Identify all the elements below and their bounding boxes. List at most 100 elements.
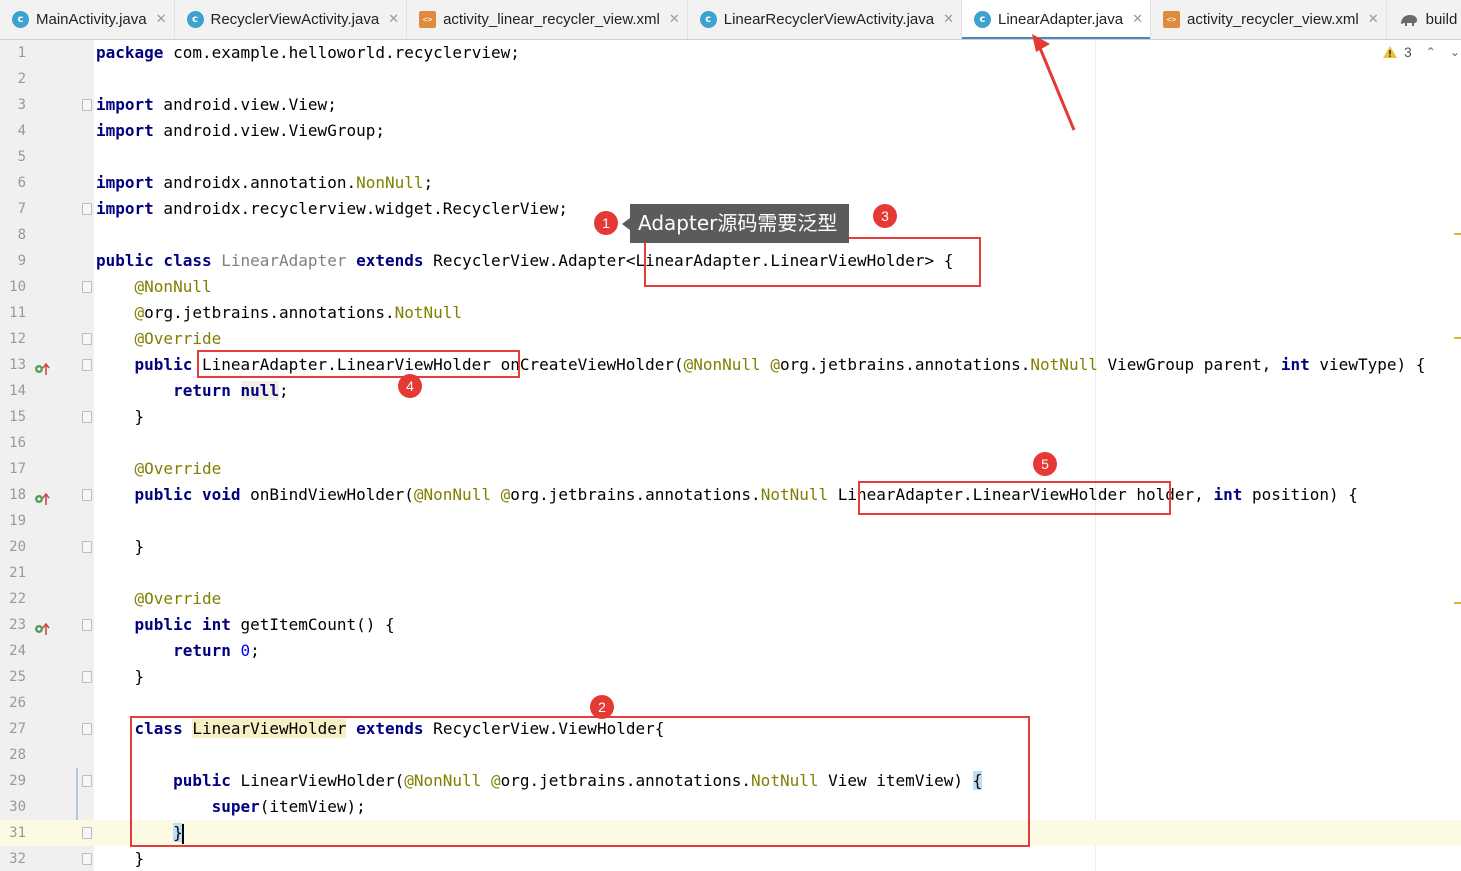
- line-number: 27: [9, 721, 26, 737]
- fold-marker-icon[interactable]: [82, 619, 92, 631]
- keyword-token: public: [134, 355, 193, 374]
- next-highlight-icon[interactable]: ⌄: [1450, 45, 1460, 59]
- keyword-token: import: [96, 121, 154, 140]
- line-number: 13: [9, 357, 26, 373]
- fold-marker-icon[interactable]: [82, 411, 92, 423]
- code-line[interactable]: 32 }: [0, 846, 1461, 871]
- close-tab-icon[interactable]: ✕: [943, 12, 954, 27]
- code-text: public int getItemCount() {: [96, 612, 395, 638]
- warning-stripe[interactable]: [1454, 602, 1461, 604]
- code-line[interactable]: 1 package com.example.helloworld.recycler…: [0, 40, 1461, 66]
- line-number: 10: [9, 279, 26, 295]
- tab-label: activity_linear_recycler_view.xml: [443, 11, 660, 28]
- code-line[interactable]: 19: [0, 508, 1461, 534]
- code-line[interactable]: 24 return 0;: [0, 638, 1461, 664]
- warning-stripe[interactable]: [1454, 337, 1461, 339]
- code-line[interactable]: 17 @Override: [0, 456, 1461, 482]
- inspection-widget[interactable]: 3 ⌃ ⌄: [1382, 44, 1460, 60]
- fold-marker-icon[interactable]: [82, 853, 92, 865]
- code-token: }: [96, 537, 145, 556]
- fold-marker-icon[interactable]: [82, 723, 92, 735]
- annotation-arrow-icon: [1032, 34, 1076, 131]
- code-token: position) {: [1242, 485, 1358, 504]
- annotation-token: @NonNull: [413, 485, 491, 504]
- implements-method-icon[interactable]: [34, 618, 50, 635]
- keyword-token: int: [1280, 355, 1310, 374]
- annotation-token: NotNull: [1030, 355, 1098, 374]
- fold-marker-icon[interactable]: [82, 827, 92, 839]
- keyword-token: public void: [134, 485, 241, 504]
- code-token: getItemCount() {: [230, 615, 395, 634]
- code-token: }: [96, 667, 145, 686]
- warning-stripe[interactable]: [1454, 233, 1461, 235]
- annotation-box-bind-param-type: [858, 481, 1171, 515]
- keyword-token: import: [96, 199, 154, 218]
- fold-marker-icon[interactable]: [82, 541, 92, 553]
- annotation-badge-3: 3: [873, 204, 897, 228]
- close-tab-icon[interactable]: ✕: [156, 12, 167, 27]
- code-line[interactable]: 23 public int getItemCount() {: [0, 612, 1461, 638]
- fold-marker-icon[interactable]: [82, 671, 92, 683]
- keyword-token: package: [96, 43, 164, 62]
- line-number: 19: [9, 513, 26, 529]
- close-tab-icon[interactable]: ✕: [1368, 12, 1379, 27]
- tab-recyclerviewactivity-java[interactable]: c RecyclerViewActivity.java ✕: [175, 0, 408, 39]
- code-line[interactable]: 18 public void onBindViewHolder(@NonNull…: [0, 482, 1461, 508]
- code-text: }: [96, 404, 145, 430]
- close-tab-icon[interactable]: ✕: [388, 12, 399, 27]
- code-line[interactable]: 26: [0, 690, 1461, 716]
- annotation-token: NotNull: [760, 485, 829, 504]
- fold-marker-icon[interactable]: [82, 99, 92, 111]
- line-number: 17: [9, 461, 26, 477]
- close-tab-icon[interactable]: ✕: [669, 12, 680, 27]
- fold-marker-icon[interactable]: [82, 775, 92, 787]
- fold-marker-icon[interactable]: [82, 359, 92, 371]
- code-line[interactable]: 6 import androidx.annotation.NonNull;: [0, 170, 1461, 196]
- code-token: org.jetbrains.annotations.: [779, 355, 1031, 374]
- close-tab-icon[interactable]: ✕: [1132, 12, 1143, 27]
- code-text: import android.view.View;: [96, 92, 337, 118]
- fold-marker-icon[interactable]: [82, 281, 92, 293]
- implements-method-icon[interactable]: [34, 358, 50, 375]
- fold-marker-icon[interactable]: [82, 203, 92, 215]
- code-token: ViewGroup parent,: [1097, 355, 1281, 374]
- code-line[interactable]: 2: [0, 66, 1461, 92]
- code-line[interactable]: 16: [0, 430, 1461, 456]
- code-line[interactable]: 5: [0, 144, 1461, 170]
- code-line[interactable]: 14 return null;: [0, 378, 1461, 404]
- line-number: 3: [17, 97, 26, 113]
- tab-activity-linear-recycler-view-xml[interactable]: <> activity_linear_recycler_view.xml ✕: [407, 0, 688, 39]
- annotation-token: @Override: [134, 459, 222, 478]
- line-number: 16: [9, 435, 26, 451]
- code-line[interactable]: 11 @org.jetbrains.annotations.NotNull: [0, 300, 1461, 326]
- tab-mainactivity-java[interactable]: c MainActivity.java ✕: [0, 0, 175, 39]
- tab-linearrecyclerviewactivity-java[interactable]: c LinearRecyclerViewActivity.java ✕: [688, 0, 962, 39]
- annotation-box-viewholder-class: [130, 716, 1030, 847]
- fold-marker-icon[interactable]: [82, 333, 92, 345]
- code-token: org.jetbrains.annotations.: [510, 485, 761, 504]
- implements-method-icon[interactable]: [34, 488, 50, 505]
- code-line[interactable]: 20 }: [0, 534, 1461, 560]
- line-number: 4: [17, 123, 26, 139]
- java-class-icon: c: [186, 11, 204, 28]
- annotation-box-create-return-type: [197, 350, 520, 378]
- code-line[interactable]: 25 }: [0, 664, 1461, 690]
- code-line[interactable]: 12 @Override: [0, 326, 1461, 352]
- tab-label: activity_recycler_view.xml: [1187, 11, 1359, 28]
- fold-marker-icon[interactable]: [82, 489, 92, 501]
- tab-activity-recycler-view-xml[interactable]: <> activity_recycler_view.xml ✕: [1151, 0, 1387, 39]
- code-text: @NonNull: [96, 274, 212, 300]
- tab-build[interactable]: build: [1387, 0, 1461, 39]
- previous-highlight-icon[interactable]: ⌃: [1426, 45, 1436, 59]
- code-line[interactable]: 22 @Override: [0, 586, 1461, 612]
- annotation-badge-2: 2: [590, 695, 614, 719]
- code-line[interactable]: 15 }: [0, 404, 1461, 430]
- code-line[interactable]: 3 import android.view.View;: [0, 92, 1461, 118]
- annotation-token: @NonNull: [134, 277, 212, 296]
- code-line[interactable]: 21: [0, 560, 1461, 586]
- code-line[interactable]: 4 import android.view.ViewGroup;: [0, 118, 1461, 144]
